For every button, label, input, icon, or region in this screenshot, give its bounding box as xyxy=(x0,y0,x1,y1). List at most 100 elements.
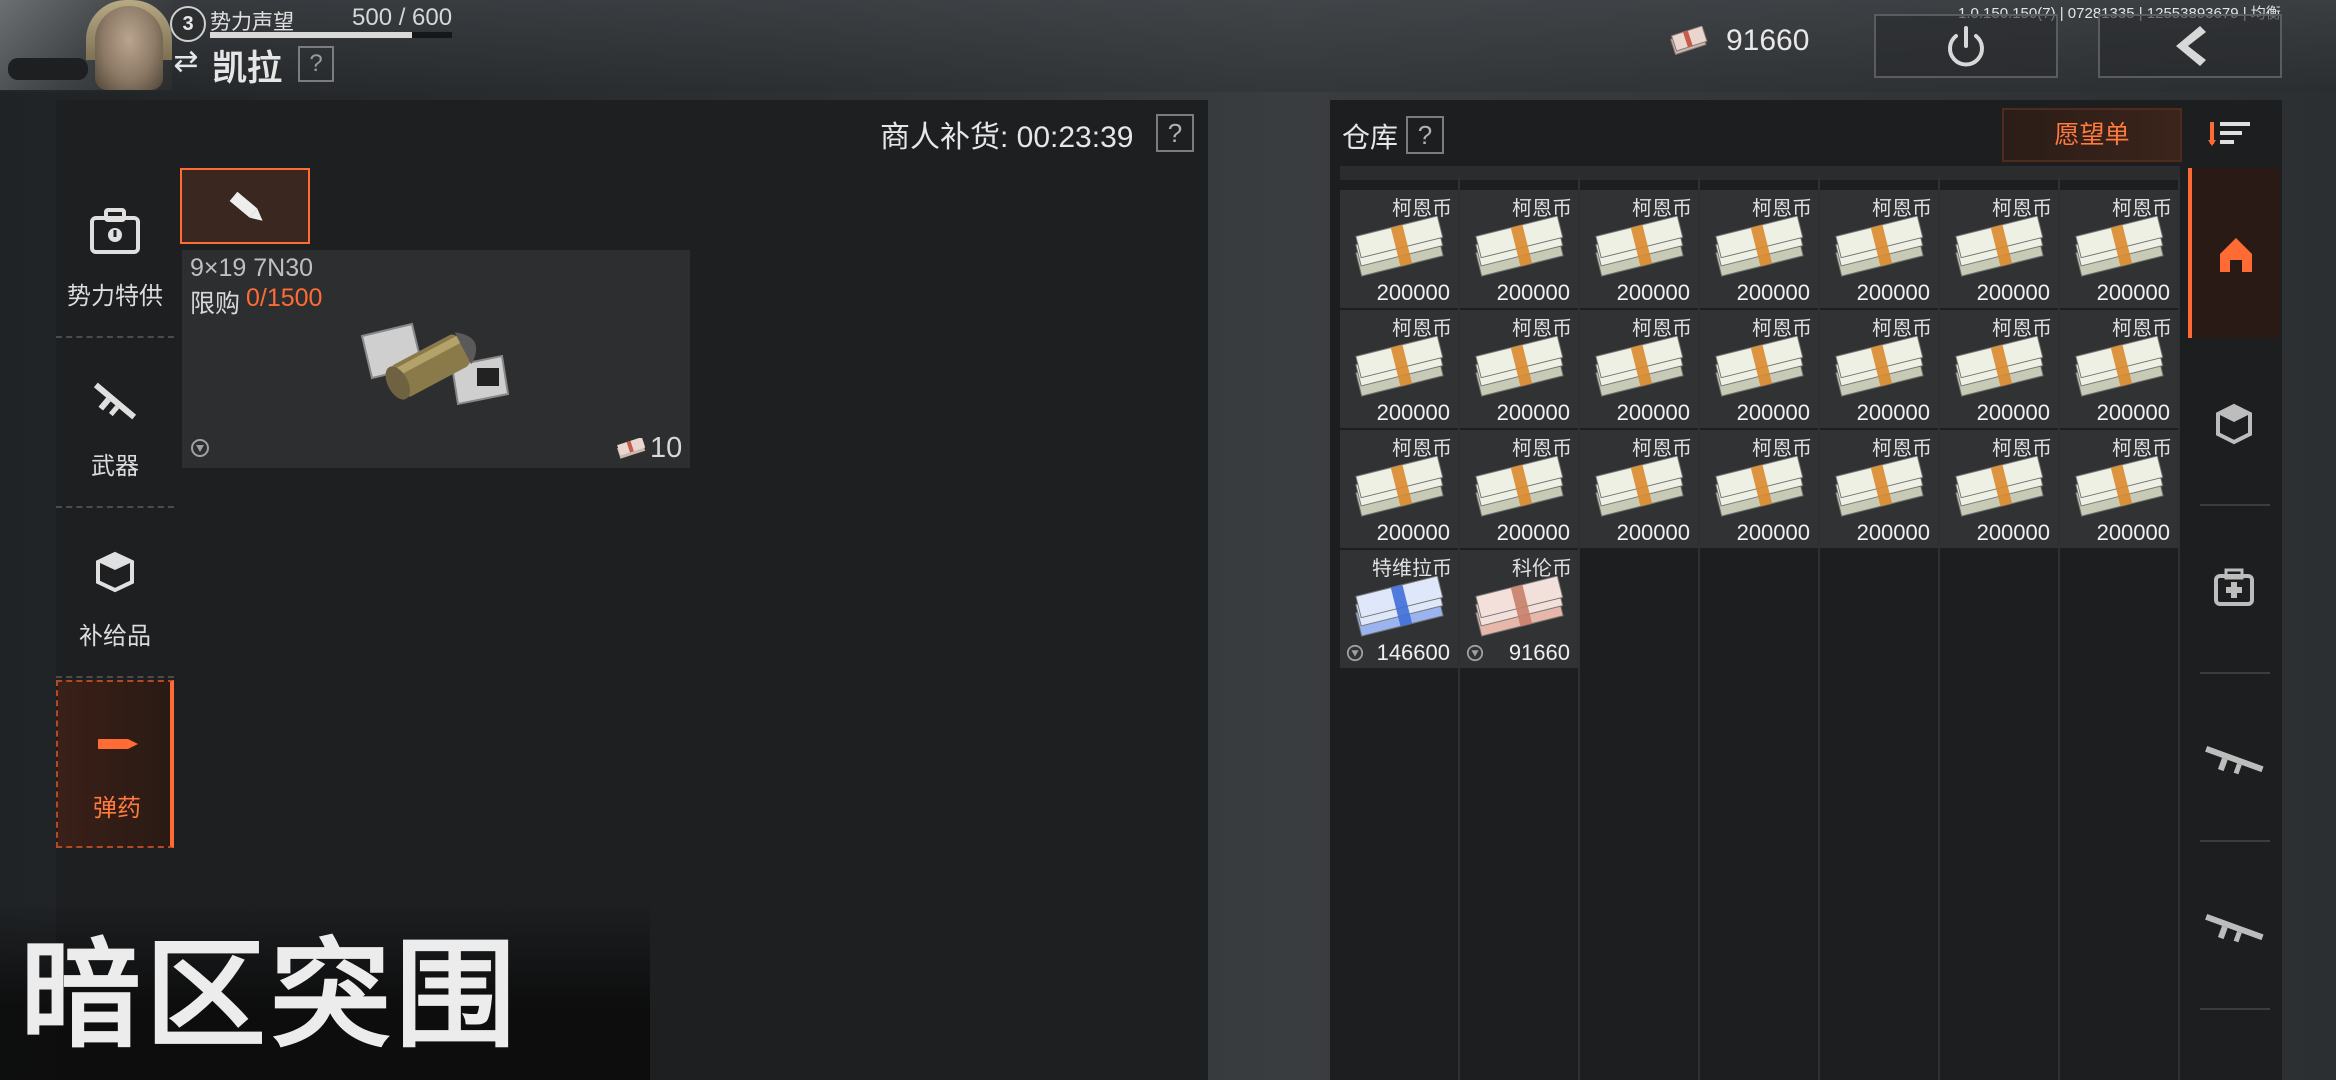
warehouse-slot[interactable]: 柯恩币 200000 xyxy=(1340,190,1458,308)
bullet-icon xyxy=(229,191,263,221)
slot-item-name: 柯恩币 xyxy=(1752,318,1812,340)
money-stack-icon xyxy=(2075,456,2164,517)
warehouse-slot[interactable]: 柯恩币 200000 xyxy=(1580,190,1698,308)
slot-item-amount: 200000 xyxy=(1496,280,1570,305)
slot-item-amount: 200000 xyxy=(1376,400,1450,425)
warehouse-slot[interactable]: 科伦币 91660 xyxy=(1460,550,1578,668)
warehouse-slot[interactable]: 柯恩币 200000 xyxy=(1580,430,1698,548)
currency-badge-icon xyxy=(1346,644,1364,662)
help-button[interactable]: ? xyxy=(298,46,334,82)
warehouse-slot[interactable]: 特维拉币 146600 xyxy=(1340,550,1458,668)
slot-item-name: 柯恩币 xyxy=(1992,198,2052,220)
item-name: 9×19 7N30 xyxy=(190,254,314,282)
slot-item-name: 柯恩币 xyxy=(2112,438,2172,460)
warehouse-slot[interactable]: 柯恩币 200000 xyxy=(1460,310,1578,428)
category-label: 弹药 xyxy=(93,795,141,822)
slot-item-amount: 200000 xyxy=(1856,280,1930,305)
money-stack-icon xyxy=(2075,336,2164,397)
sort-icon[interactable] xyxy=(2208,116,2254,150)
slot-item-amount: 200000 xyxy=(1496,520,1570,545)
warehouse-tab-primary-weapon[interactable] xyxy=(2188,676,2280,842)
warehouse-slot[interactable]: 柯恩币 200000 xyxy=(1700,310,1818,428)
purchase-limit-label: 限购 xyxy=(190,290,241,318)
warehouse-grid[interactable]: 柯恩币 200000 柯恩币 200000 柯恩币 200000 柯恩币 200000 柯恩币 2… xyxy=(1340,176,2180,1080)
slot-item-name: 柯恩币 xyxy=(1512,438,1572,460)
slot-item-amount: 200000 xyxy=(1856,400,1930,425)
rifle-icon xyxy=(2205,745,2264,775)
supply-box-icon xyxy=(96,551,134,593)
rifle-icon xyxy=(93,382,137,420)
slot-item-name: 柯恩币 xyxy=(1632,198,1692,220)
slot-item-name: 柯恩币 xyxy=(1992,318,2052,340)
warehouse-slot[interactable]: 柯恩币 200000 xyxy=(1460,190,1578,308)
ammo-subtype-tab[interactable] xyxy=(180,168,310,244)
slot-item-amount: 200000 xyxy=(2096,280,2170,305)
svg-text:暗区突围: 暗区突围 xyxy=(20,926,520,1054)
money-stack-icon xyxy=(1355,216,1444,277)
money-stack-icon xyxy=(1715,456,1804,517)
cube-icon xyxy=(2216,403,2252,445)
home-icon xyxy=(2220,238,2252,272)
warehouse-help-button[interactable]: ? xyxy=(1406,116,1444,154)
item-price: 10 xyxy=(650,432,683,464)
warehouse-slot[interactable]: 柯恩币 200000 xyxy=(1940,430,2058,548)
bullet-icon xyxy=(98,739,138,749)
warehouse-slot[interactable]: 柯恩币 200000 xyxy=(1340,310,1458,428)
warehouse-slot[interactable]: 柯恩币 200000 xyxy=(1820,310,1938,428)
money-amount: 91660 xyxy=(1726,24,1810,57)
warehouse-tab-secondary-weapon[interactable] xyxy=(2188,844,2280,1010)
money-stack-icon xyxy=(1835,456,1924,517)
player-avatar[interactable] xyxy=(0,0,172,90)
power-icon xyxy=(1948,26,1984,67)
slot-item-amount: 200000 xyxy=(1976,400,2050,425)
money-stack-icon xyxy=(1355,456,1444,517)
category-faction-supply[interactable]: 势力特供 xyxy=(56,170,174,338)
warehouse-slot[interactable]: 柯恩币 200000 xyxy=(2060,190,2178,308)
warehouse-slot[interactable]: 柯恩币 200000 xyxy=(2060,430,2178,548)
money-stack-icon xyxy=(1475,456,1564,517)
warehouse-slot[interactable]: 柯恩币 200000 xyxy=(2060,310,2178,428)
slot-item-amount: 91660 xyxy=(1508,640,1570,665)
reputation-value: 500 / 600 xyxy=(352,4,453,31)
money-stack-icon xyxy=(1475,576,1564,637)
warehouse-slot[interactable]: 柯恩币 200000 xyxy=(1700,190,1818,308)
warehouse-slot[interactable]: 柯恩币 200000 xyxy=(1700,430,1818,548)
slot-item-amount: 200000 xyxy=(1976,280,2050,305)
slot-item-amount: 200000 xyxy=(1616,520,1690,545)
warehouse-tab-supplies[interactable] xyxy=(2188,340,2280,506)
warehouse-slot[interactable]: 柯恩币 200000 xyxy=(1580,310,1698,428)
warehouse-slot[interactable]: 柯恩币 200000 xyxy=(1820,190,1938,308)
category-label: 补给品 xyxy=(79,623,151,650)
slot-item-amount: 200000 xyxy=(1496,400,1570,425)
money-stack-icon xyxy=(1955,456,2044,517)
warehouse-slot[interactable]: 柯恩币 200000 xyxy=(1340,430,1458,548)
money-stack-icon xyxy=(1955,336,2044,397)
slot-item-amount: 146600 xyxy=(1376,640,1450,665)
warehouse-tab-medical[interactable] xyxy=(2188,508,2280,674)
slot-item-amount: 200000 xyxy=(1856,520,1930,545)
exit-button[interactable] xyxy=(1874,14,2058,78)
back-button[interactable] xyxy=(2098,14,2282,78)
category-ammo[interactable]: 弹药 xyxy=(56,680,174,848)
warehouse-slot[interactable]: 柯恩币 200000 xyxy=(1940,310,2058,428)
chevron-left-icon xyxy=(2176,26,2206,66)
slot-item-name: 柯恩币 xyxy=(1512,318,1572,340)
slot-item-amount: 200000 xyxy=(2096,400,2170,425)
restock-help-button[interactable]: ? xyxy=(1156,114,1194,152)
warehouse-tab-home[interactable] xyxy=(2188,168,2280,338)
slot-item-name: 柯恩币 xyxy=(1512,198,1572,220)
warehouse-slot[interactable]: 柯恩币 200000 xyxy=(1940,190,2058,308)
money-stack-icon xyxy=(1475,336,1564,397)
slot-item-name: 柯恩币 xyxy=(1872,438,1932,460)
slot-item-name: 柯恩币 xyxy=(1632,438,1692,460)
category-label: 武器 xyxy=(91,453,139,480)
category-weapons[interactable]: 武器 xyxy=(56,340,174,508)
slot-item-name: 科伦币 xyxy=(1512,558,1572,580)
slot-item-amount: 200000 xyxy=(1736,400,1810,425)
warehouse-slot[interactable]: 柯恩币 200000 xyxy=(1460,430,1578,548)
warehouse-slot[interactable]: 柯恩币 200000 xyxy=(1820,430,1938,548)
wishlist-button[interactable]: 愿望单 xyxy=(2002,108,2182,162)
switch-character-icon[interactable]: ⇄ xyxy=(170,45,202,79)
currency-badge-icon xyxy=(191,439,209,457)
category-supplies[interactable]: 补给品 xyxy=(56,510,174,678)
